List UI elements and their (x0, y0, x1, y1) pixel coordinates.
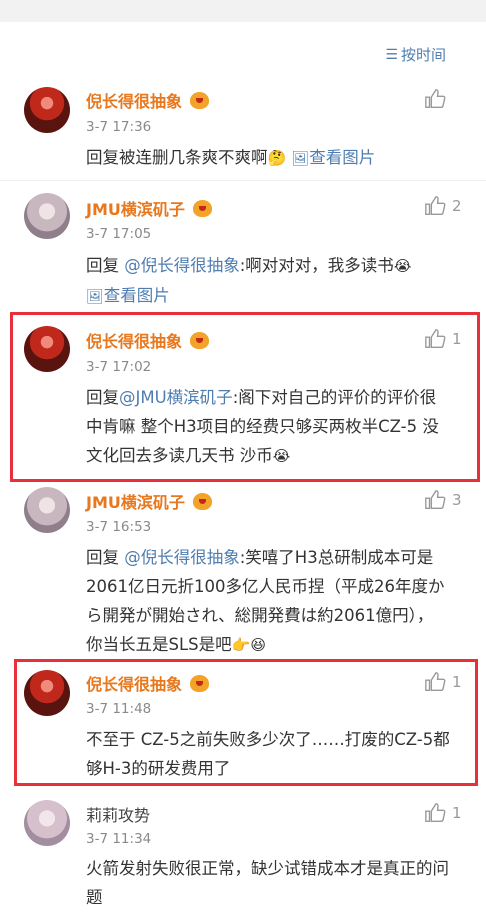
comment-text: 回复 @倪长得很抽象:笑嘻了H3总研制成本可是2061亿日元折100多亿人民币捏… (86, 548, 445, 654)
avatar[interactable] (24, 487, 70, 533)
like-button[interactable]: 1 (424, 328, 462, 350)
mention-link[interactable]: @倪长得很抽象 (124, 548, 240, 567)
divider (0, 180, 486, 181)
comment-time: 3-7 11:34 (86, 831, 152, 847)
author-name[interactable]: 莉莉攻势 (86, 802, 150, 826)
comment-time: 3-7 17:02 (86, 359, 152, 375)
thumbs-up-icon (425, 196, 446, 215)
author-name[interactable]: 倪长得很抽象 (86, 328, 210, 352)
avatar[interactable] (24, 193, 70, 239)
image-icon: 🖼 (86, 289, 104, 305)
like-button[interactable]: 3 (424, 489, 462, 511)
avatar[interactable] (24, 800, 70, 846)
avatar[interactable] (24, 87, 70, 133)
vip-badge-icon (190, 675, 210, 692)
comment-time: 3-7 11:48 (86, 701, 152, 717)
comment-text: 不至于 CZ-5之前失败多少次了……打废的CZ-5都够H-3的研发费用了 (86, 730, 450, 778)
thumbs-up-icon (425, 803, 446, 822)
view-image-link[interactable]: 🖼查看图片 (86, 286, 170, 305)
thumbs-up-icon (425, 329, 446, 348)
comment-text: 回复被连删几条爽不爽啊🤔 🖼查看图片 (86, 148, 376, 167)
author-name[interactable]: JMU横滨矶子 (86, 489, 212, 513)
sort-label: 按时间 (400, 46, 446, 64)
author-name[interactable]: 倪长得很抽象 (86, 88, 210, 112)
vip-badge-icon (192, 493, 212, 510)
comment-time: 3-7 17:36 (86, 119, 152, 135)
vip-badge-icon (192, 200, 212, 217)
like-button[interactable]: 2 (424, 195, 462, 217)
author-name[interactable]: 倪长得很抽象 (86, 671, 210, 695)
comment-time: 3-7 16:53 (86, 519, 152, 535)
avatar[interactable] (24, 326, 70, 372)
sort-icon: ☰ (385, 46, 398, 63)
view-image-link[interactable]: 🖼查看图片 (291, 148, 375, 167)
vip-badge-icon (190, 92, 210, 109)
like-button[interactable]: 1 (424, 802, 462, 824)
like-button[interactable]: 1 (424, 671, 462, 693)
mention-link[interactable]: @倪长得很抽象 (124, 256, 240, 275)
thumbs-up-icon (425, 89, 446, 108)
avatar[interactable] (24, 670, 70, 716)
like-button[interactable] (424, 88, 452, 110)
sort-by-time-button[interactable]: ☰ 按时间 (385, 44, 446, 65)
author-name[interactable]: JMU横滨矶子 (86, 196, 212, 220)
comment-text: 火箭发射失败很正常，缺少试错成本才是真正的问题 (86, 859, 449, 907)
thumbs-up-icon (425, 490, 446, 509)
thumbs-up-icon (425, 672, 446, 691)
top-bar (0, 0, 486, 22)
image-icon: 🖼 (291, 151, 310, 167)
vip-badge-icon (190, 332, 210, 349)
mention-link[interactable]: @JMU横滨矶子 (119, 388, 233, 407)
comment-text: 回复@JMU横滨矶子:阁下对自己的评价的评价很中肯嘛 整个H3项目的经费只够买两… (86, 388, 439, 465)
comment-time: 3-7 17:05 (86, 226, 152, 242)
comment-text: 回复 @倪长得很抽象:啊对对对，我多读书😭 🖼查看图片 (86, 256, 412, 305)
